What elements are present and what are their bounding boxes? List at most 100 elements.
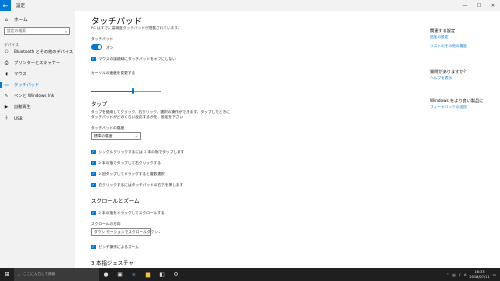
checkmark-icon: ✓ [91, 182, 96, 188]
checkbox-label: 右クリックするにはタッチパッドの右下を押します [98, 182, 184, 187]
sidebar-home[interactable]: ⌂ ホーム [4, 17, 28, 24]
other-features-link[interactable]: リストのその他の機能 [430, 44, 467, 49]
close-button[interactable]: ✕ [486, 0, 500, 11]
sidebar-item-bluetooth[interactable]: ⎔ Bluetooth とその他のデバイス [0, 47, 75, 57]
tap-option-checkbox[interactable]: ✓ 2 回タップしてドラッグすると複数選択 [91, 171, 165, 177]
page-subtitle: PC はすでに高精度タッチパッドが搭載されています。 [91, 26, 182, 30]
sidebar-item-label: Bluetooth とその他のデバイス [14, 49, 74, 54]
pinch-zoom-checkbox[interactable]: ✓ ピンチ操作によるズーム [91, 244, 139, 250]
sidebar-home-label: ホーム [14, 18, 28, 23]
sidebar-item-touchpad[interactable]: ▭ タッチパッド [0, 80, 75, 90]
settings-icon[interactable]: ⚙ [169, 268, 183, 281]
clock[interactable]: 16:33 2018/07/11 [469, 270, 489, 278]
windows-start-icon[interactable]: ⊞ [0, 268, 14, 281]
two-finger-scroll-checkbox[interactable]: ✓ 2 本の指をドラッグしてスクロールする [91, 210, 165, 216]
checkbox-label: マウスの接続時にタッチパッドをオフにしない [98, 56, 176, 61]
search-icon: ⌕ [18, 272, 21, 277]
checkmark-icon: ✓ [91, 56, 96, 62]
chevron-down-icon: ⌄ [157, 230, 161, 234]
sensitivity-label: タッチパッドの感度 [91, 126, 125, 130]
sidebar-item-mouse[interactable]: ◖ マウス [0, 69, 75, 79]
sensitivity-dropdown[interactable]: 標準の感度 ⌄ [91, 132, 141, 140]
sidebar-item-label: プリンターとスキャナー [14, 60, 61, 65]
search-icon: ⌕ [64, 28, 67, 34]
taskbar: ⊞ ⌕ ここに入力して検索 ● ▣ e ▆ ◧ ⚙ ⌃ ▤ ♪ A 16:33 … [0, 268, 500, 281]
checkbox-label: 2 回タップしてドラッグすると複数選択 [98, 171, 165, 176]
notification-icon[interactable]: ▭ [493, 273, 496, 277]
checkmark-icon: ✓ [91, 160, 96, 166]
sidebar-item-printers[interactable]: ⎙ プリンターとスキャナー [0, 58, 75, 68]
taskbar-search-placeholder: ここに入力して検索 [23, 272, 56, 276]
touchpad-icon: ▭ [4, 82, 9, 88]
dropdown-value: ダウン モーションでスクロールダウン [94, 229, 158, 234]
taps-heading: タップ [91, 102, 108, 108]
get-help-link[interactable]: ヘルプを表示 [430, 76, 452, 81]
checkmark-icon: ✓ [91, 149, 96, 155]
touchpad-toggle-label: タッチパッド [91, 37, 114, 41]
scroll-direction-label: スクロールの方向 [91, 222, 121, 226]
checkmark-icon: ✓ [91, 244, 96, 250]
mouse-icon: ◖ [5, 71, 8, 77]
touchpad-toggle[interactable] [91, 44, 102, 50]
checkmark-icon: ✓ [91, 171, 96, 177]
tap-option-checkbox[interactable]: ✓ 右クリックするにはタッチパッドの右下を押します [91, 182, 183, 188]
chevron-up-icon[interactable]: ⌃ [446, 273, 449, 277]
slider-thumb[interactable] [132, 88, 134, 94]
home-icon: ⌂ [5, 17, 8, 23]
sidebar-item-label: タッチパッド [14, 82, 40, 87]
checkbox-label: 2 本の指でタップして右クリックする [98, 160, 161, 165]
main-content: タッチパッド PC はすでに高精度タッチパッドが搭載されています。 タッチパッド… [75, 11, 425, 268]
tap-option-checkbox[interactable]: ✓ シングルクリックするには 1 本の指でタップします [91, 149, 184, 155]
title-bar: ← 設定 — ☐ ✕ [0, 0, 500, 11]
checkmark-icon: ✓ [91, 210, 96, 216]
sidebar-item-label: USB [14, 115, 23, 121]
folder-icon[interactable]: ▆ [141, 268, 155, 281]
improve-windows-heading: Windows をより良い製品に [430, 98, 484, 103]
minimize-button[interactable]: — [458, 0, 472, 11]
sidebar: ⌂ ホーム 設定の検索 ⌕ デバイス ⎔ Bluetooth とその他のデバイス… [0, 11, 75, 268]
sidebar-item-autoplay[interactable]: ▶ 自動再生 [0, 102, 75, 112]
three-finger-heading: 3 本指ジェスチャ [91, 261, 134, 267]
store-icon[interactable]: ◧ [155, 268, 169, 281]
checkbox-label: 2 本の指をドラッグしてスクロールする [98, 210, 165, 215]
related-settings-heading: 関連する設定 [430, 28, 456, 33]
send-feedback-link[interactable]: フィードバックの送信 [430, 105, 467, 110]
taskbar-search-box[interactable]: ⌕ ここに入力して検索 [14, 268, 99, 281]
edge-icon[interactable]: e [127, 268, 141, 281]
scroll-zoom-heading: スクロールとズーム [91, 199, 140, 205]
cursor-speed-label: カーソルの速度を変更する [91, 71, 136, 75]
bluetooth-icon: ⎔ [4, 49, 9, 55]
volume-icon[interactable]: ♪ [459, 273, 461, 277]
back-arrow-icon[interactable]: ← [0, 0, 11, 11]
sidebar-item-pen[interactable]: ✎ ペンと Windows Ink [0, 91, 75, 101]
checkbox-label: シングルクリックするには 1 本の指でタップします [98, 149, 185, 154]
taps-description-2: タッチパッドがどのくらい反応するかを、設定を下さい [91, 115, 184, 119]
sidebar-item-usb[interactable]: ⏚ USB [0, 113, 75, 123]
search-placeholder: 設定の検索 [7, 28, 26, 33]
chevron-down-icon: ⌄ [134, 134, 138, 138]
tap-option-checkbox[interactable]: ✓ 2 本の指でタップして右クリックする [91, 160, 161, 166]
slider-fill [91, 90, 133, 92]
question-heading: 質問がありますか? [430, 69, 466, 74]
cursor-speed-slider[interactable] [91, 88, 161, 94]
task-view-icon[interactable]: ▣ [113, 268, 127, 281]
mouse-connected-checkbox[interactable]: ✓ マウスの接続時にタッチパッドをオフにしない [91, 56, 176, 62]
printer-icon: ⎙ [4, 61, 9, 66]
autoplay-icon: ▶ [4, 104, 9, 110]
scroll-direction-dropdown[interactable]: ダウン モーションでスクロールダウン ⌄ [91, 228, 161, 236]
pen-icon: ✎ [4, 93, 9, 99]
window-title: 設定 [16, 3, 25, 9]
settings-search-input[interactable]: 設定の検索 ⌕ [4, 27, 70, 35]
toggle-state-label: オン [106, 44, 114, 50]
window-controls: — ☐ ✕ [458, 0, 500, 11]
sidebar-item-label: ペンと Windows Ink [14, 93, 55, 98]
network-icon[interactable]: ▤ [452, 273, 455, 277]
system-tray: ⌃ ▤ ♪ A 16:33 2018/07/11 ▭ [446, 268, 500, 281]
microphone-icon[interactable]: ● [99, 268, 113, 281]
maximize-button[interactable]: ☐ [472, 0, 486, 11]
dropdown-value: 標準の感度 [94, 133, 113, 138]
ime-icon[interactable]: A [464, 273, 466, 277]
usb-icon: ⏚ [4, 116, 9, 121]
additional-settings-link[interactable]: 追加の設定 [430, 35, 448, 40]
sidebar-item-label: マウス [14, 71, 27, 76]
